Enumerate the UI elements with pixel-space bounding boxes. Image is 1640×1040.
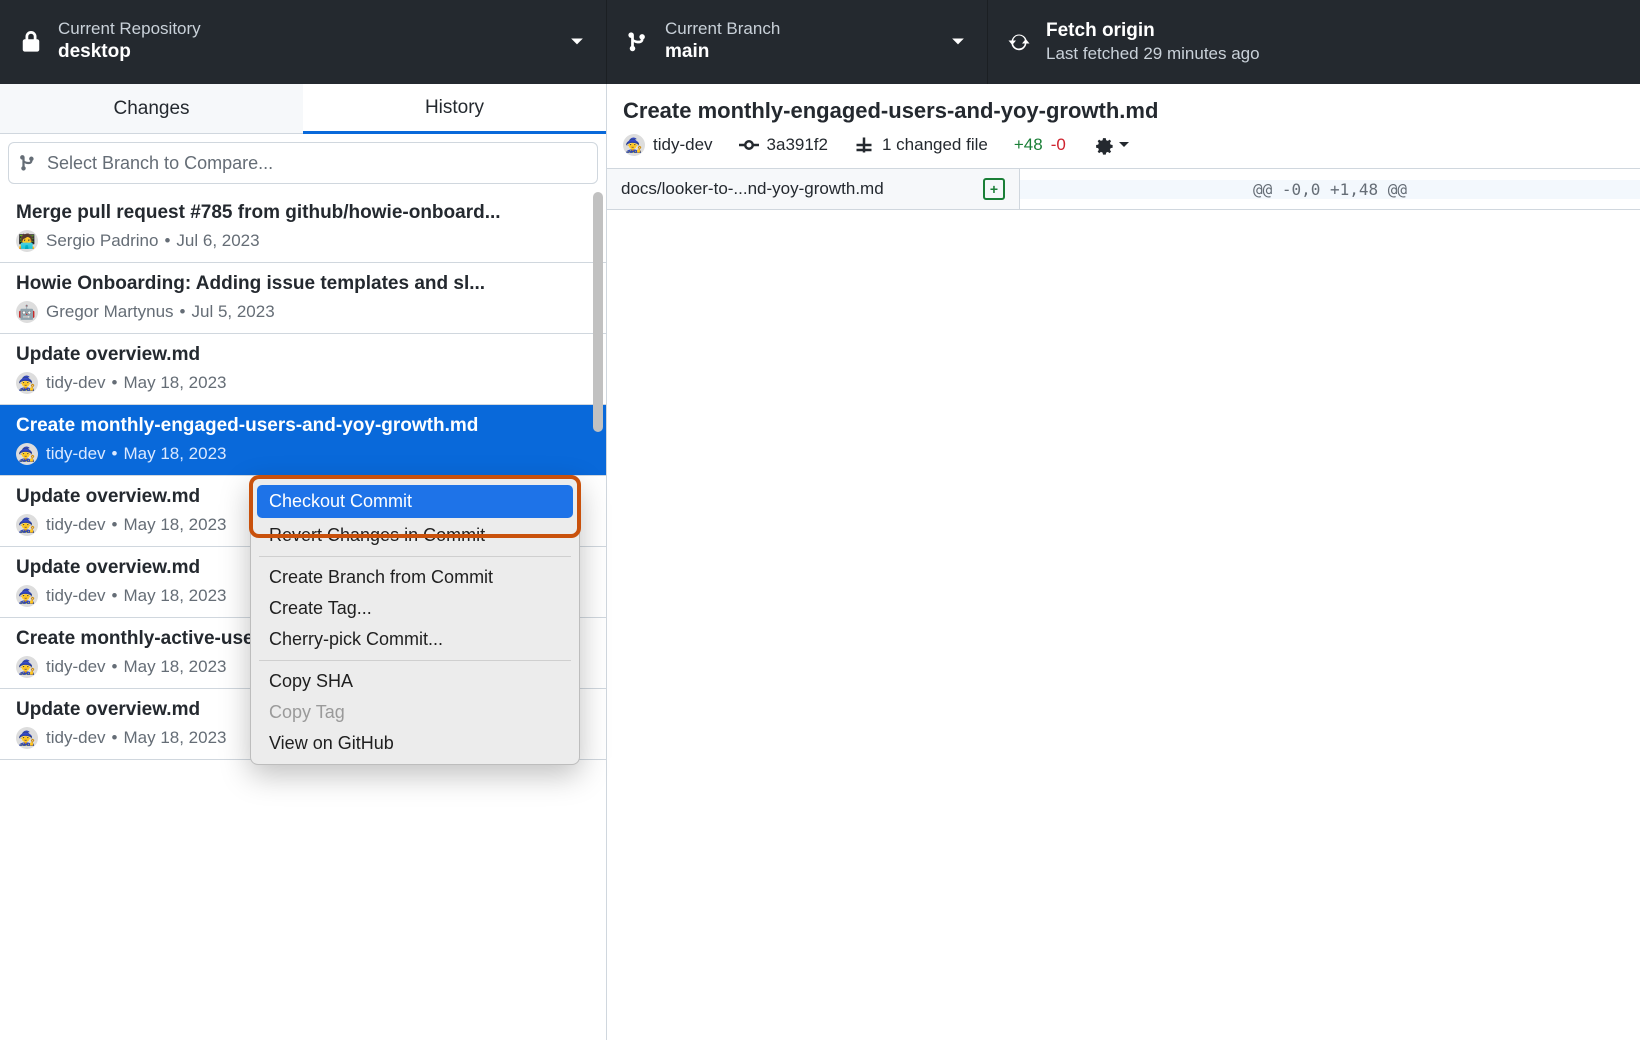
menu-separator bbox=[259, 556, 571, 557]
commit-author: tidy-dev bbox=[46, 444, 106, 464]
commit-title: Update overview.md bbox=[16, 344, 590, 366]
commit-author: tidy-dev bbox=[46, 657, 106, 677]
commit-date: May 18, 2023 bbox=[123, 444, 226, 464]
commit-author: tidy-dev bbox=[46, 728, 106, 748]
commit-date: Jul 5, 2023 bbox=[192, 302, 275, 322]
menu-cherry-pick[interactable]: Cherry-pick Commit... bbox=[251, 624, 579, 655]
left-tabs: Changes History bbox=[0, 84, 606, 134]
lock-icon bbox=[18, 29, 44, 55]
author-avatar: 🧙 bbox=[16, 514, 38, 536]
branch-name: main bbox=[665, 40, 780, 65]
commit-author: tidy-dev bbox=[46, 373, 106, 393]
git-branch-icon bbox=[19, 154, 37, 172]
sync-icon bbox=[1006, 29, 1032, 55]
commit-item[interactable]: Create monthly-engaged-users-and-yoy-gro… bbox=[0, 405, 606, 476]
commit-date: May 18, 2023 bbox=[123, 515, 226, 535]
commit-author: tidy-dev bbox=[653, 135, 713, 155]
commit-author: tidy-dev bbox=[46, 586, 106, 606]
file-list-item[interactable]: docs/looker-to-...nd-yoy-growth.md + bbox=[607, 169, 1020, 209]
author-avatar: 🧙 bbox=[16, 443, 38, 465]
caret-down-icon bbox=[1118, 141, 1130, 149]
repo-label: Current Repository bbox=[58, 19, 201, 39]
gear-icon bbox=[1092, 134, 1114, 156]
commit-item[interactable]: Update overview.md🧙tidy-dev•May 18, 2023 bbox=[0, 334, 606, 405]
branch-selector[interactable]: Current Branch main bbox=[607, 0, 988, 84]
commit-date: May 18, 2023 bbox=[123, 657, 226, 677]
branch-compare-placeholder: Select Branch to Compare... bbox=[47, 153, 273, 174]
diff-deletions: -0 bbox=[1051, 135, 1066, 155]
commit-detail-title: Create monthly-engaged-users-and-yoy-gro… bbox=[623, 98, 1624, 124]
commit-title: Howie Onboarding: Adding issue templates… bbox=[16, 273, 590, 295]
tab-history[interactable]: History bbox=[303, 84, 606, 134]
fetch-origin-button[interactable]: Fetch origin Last fetched 29 minutes ago bbox=[988, 0, 1640, 84]
menu-checkout-commit[interactable]: Checkout Commit bbox=[257, 485, 573, 518]
commit-title: Merge pull request #785 from github/howi… bbox=[16, 202, 590, 224]
right-panel: Create monthly-engaged-users-and-yoy-gro… bbox=[607, 84, 1640, 1040]
author-avatar: 🧙 bbox=[16, 656, 38, 678]
tab-changes[interactable]: Changes bbox=[0, 84, 303, 134]
diff-options-button[interactable] bbox=[1092, 134, 1130, 156]
commit-item[interactable]: Merge pull request #785 from github/howi… bbox=[0, 192, 606, 263]
file-added-icon: + bbox=[983, 178, 1005, 200]
commit-date: May 18, 2023 bbox=[123, 373, 226, 393]
branch-compare-select[interactable]: Select Branch to Compare... bbox=[8, 142, 598, 184]
author-avatar: 🧑‍💻 bbox=[16, 230, 38, 252]
commit-title: Create monthly-engaged-users-and-yoy-gro… bbox=[16, 415, 590, 437]
hunk-header: @@ -0,0 +1,48 @@ bbox=[1020, 180, 1640, 199]
repo-name: desktop bbox=[58, 40, 201, 65]
commit-icon bbox=[739, 135, 759, 155]
commit-author: Sergio Padrino bbox=[46, 231, 158, 251]
menu-copy-tag: Copy Tag bbox=[251, 697, 579, 728]
commit-context-menu: Checkout Commit Revert Changes in Commit… bbox=[250, 477, 580, 765]
author-avatar: 🧙 bbox=[16, 727, 38, 749]
menu-separator bbox=[259, 660, 571, 661]
file-path: docs/looker-to-...nd-yoy-growth.md bbox=[621, 179, 884, 199]
menu-create-branch[interactable]: Create Branch from Commit bbox=[251, 562, 579, 593]
top-toolbar: Current Repository desktop Current Branc… bbox=[0, 0, 1640, 84]
diff-icon bbox=[854, 135, 874, 155]
fetch-status: Last fetched 29 minutes ago bbox=[1046, 44, 1260, 64]
git-branch-icon bbox=[625, 29, 651, 55]
commit-sha: 3a391f2 bbox=[767, 135, 828, 155]
menu-revert-commit[interactable]: Revert Changes in Commit bbox=[251, 520, 579, 551]
menu-copy-sha[interactable]: Copy SHA bbox=[251, 666, 579, 697]
repo-selector[interactable]: Current Repository desktop bbox=[0, 0, 607, 84]
commit-item[interactable]: Howie Onboarding: Adding issue templates… bbox=[0, 263, 606, 334]
branch-label: Current Branch bbox=[665, 19, 780, 39]
commit-date: May 18, 2023 bbox=[123, 586, 226, 606]
diff-additions: +48 bbox=[1014, 135, 1043, 155]
caret-down-icon bbox=[570, 34, 584, 50]
author-avatar: 🧙 bbox=[16, 585, 38, 607]
author-avatar: 🧙 bbox=[16, 372, 38, 394]
commit-author: Gregor Martynus bbox=[46, 302, 174, 322]
fetch-label: Fetch origin bbox=[1046, 19, 1260, 44]
scrollbar-thumb[interactable] bbox=[593, 192, 603, 432]
commit-date: Jul 6, 2023 bbox=[176, 231, 259, 251]
author-avatar: 🧙 bbox=[623, 134, 645, 156]
author-avatar: 🤖 bbox=[16, 301, 38, 323]
menu-create-tag[interactable]: Create Tag... bbox=[251, 593, 579, 624]
commit-date: May 18, 2023 bbox=[123, 728, 226, 748]
changed-files: 1 changed file bbox=[882, 135, 988, 155]
caret-down-icon bbox=[951, 34, 965, 50]
commit-author: tidy-dev bbox=[46, 515, 106, 535]
menu-view-github[interactable]: View on GitHub bbox=[251, 728, 579, 759]
